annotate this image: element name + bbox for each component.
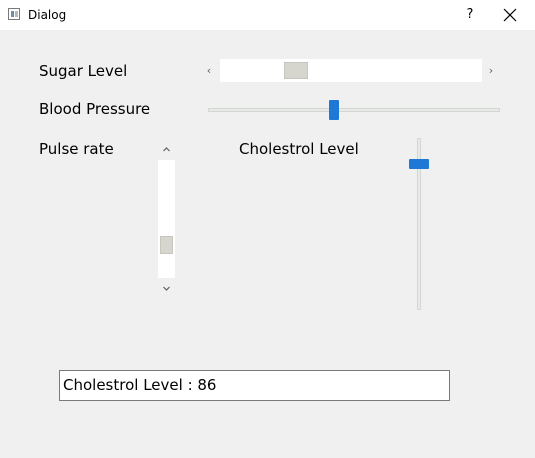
close-button[interactable] (502, 7, 518, 23)
scroll-left-button[interactable]: ‹ (198, 59, 220, 82)
blood-pressure-slider[interactable] (208, 98, 500, 122)
scrollbar-thumb[interactable] (160, 236, 173, 254)
cholestrol-readout: Cholestrol Level : 86 (59, 370, 450, 401)
slider-handle[interactable] (329, 100, 339, 120)
scroll-right-button[interactable]: › (480, 59, 502, 82)
cholestrol-level-label: Cholestrol Level (239, 140, 359, 158)
chevron-up-icon (163, 147, 170, 152)
window-title: Dialog (28, 8, 67, 22)
sugar-level-scrollbar[interactable]: ‹ › (198, 59, 502, 82)
pulse-rate-label: Pulse rate (39, 140, 114, 158)
scroll-down-button[interactable] (158, 278, 175, 300)
sugar-level-label: Sugar Level (39, 62, 128, 80)
scrollbar-track[interactable] (220, 59, 482, 82)
blood-pressure-label: Blood Pressure (39, 100, 151, 118)
pulse-rate-scrollbar[interactable] (158, 138, 175, 300)
scrollbar-track[interactable] (158, 160, 175, 278)
slider-handle[interactable] (409, 159, 429, 169)
cholestrol-level-slider[interactable] (407, 138, 431, 310)
app-icon (8, 8, 20, 20)
scrollbar-thumb[interactable] (284, 62, 308, 79)
title-bar: Dialog ? (0, 0, 535, 30)
help-button[interactable]: ? (458, 0, 482, 30)
scroll-up-button[interactable] (158, 138, 175, 160)
chevron-right-icon: › (488, 64, 494, 77)
chevron-left-icon: ‹ (206, 64, 212, 77)
close-icon (503, 8, 517, 22)
chevron-down-icon (163, 286, 170, 291)
slider-groove (208, 108, 500, 112)
